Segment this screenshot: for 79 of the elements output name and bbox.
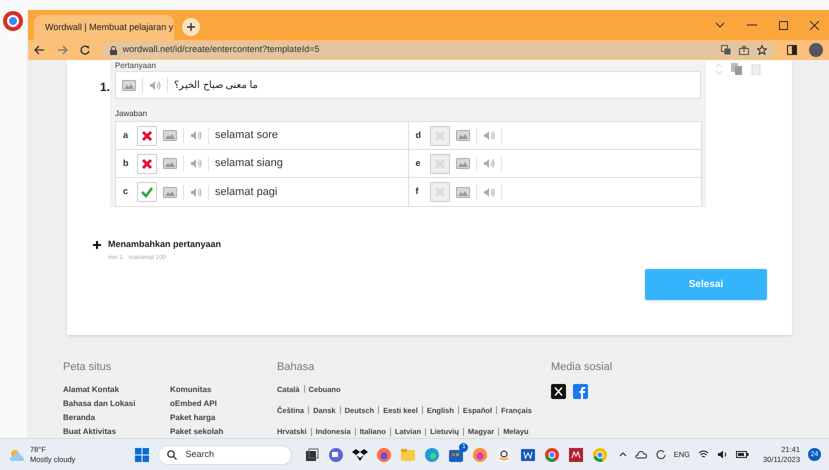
plus-icon [93, 240, 101, 249]
back-arrow-icon[interactable] [34, 45, 45, 55]
copy-icon[interactable] [731, 63, 743, 75]
search-placeholder: Search [185, 448, 214, 461]
url-text: wordwall.net/id/create/entercontent?templateId=5 [122, 43, 320, 56]
footer-link[interactable]: Buat Aktivitas [63, 426, 170, 436]
tab-title: Wordwall | Membuat pelajaran y [45, 20, 174, 34]
share-icon[interactable] [739, 45, 750, 55]
chrome-icon[interactable] [544, 446, 560, 462]
image-icon[interactable] [456, 130, 470, 141]
answer-text[interactable]: selamat sore [215, 127, 278, 144]
question-field[interactable]: ما معنى صباح الخير؟ [115, 71, 701, 99]
field-label: Pertanyaan [115, 61, 156, 71]
task-view-icon[interactable] [304, 446, 320, 462]
close-icon[interactable] [810, 20, 819, 30]
footer-link[interactable]: Alamat Kontak [63, 384, 170, 394]
wrong-mark-toggle[interactable] [137, 154, 157, 174]
question-number: 1. [100, 79, 110, 96]
minimize-icon[interactable] [747, 24, 757, 26]
wifi-icon[interactable] [698, 450, 710, 459]
answer-letter: b [123, 156, 130, 170]
profile-avatar[interactable] [809, 43, 823, 57]
chrome-icon[interactable] [592, 446, 608, 462]
answer-text[interactable]: selamat pagi [215, 184, 278, 200]
empty-mark-toggle[interactable] [430, 154, 450, 174]
lock-icon [110, 46, 117, 54]
taskbar-search-field[interactable]: Search [158, 444, 292, 464]
maximize-icon[interactable] [779, 20, 788, 30]
chevron-down-icon[interactable] [715, 22, 725, 28]
wrong-mark-toggle[interactable] [137, 126, 157, 146]
forward-arrow-icon[interactable] [56, 45, 68, 55]
answer-letter: c [123, 185, 130, 198]
question-text: ما معنى صباح الخير؟ [174, 78, 258, 92]
empty-mark-toggle[interactable] [430, 126, 450, 146]
search-icon [167, 450, 178, 460]
sync-icon[interactable] [654, 449, 666, 460]
field-label: Jawaban [115, 108, 148, 120]
firefox-icon[interactable] [376, 446, 392, 462]
windows-start-icon[interactable] [135, 448, 150, 462]
footer-link[interactable]: oEmbed API [170, 398, 277, 408]
reload-icon[interactable] [80, 45, 90, 55]
footer-link[interactable]: Paket sekolah [170, 426, 277, 436]
footer-heading: Media sosial [551, 360, 612, 375]
footer-link[interactable]: Bahasa dan Lokasi [63, 398, 170, 408]
answer-text[interactable]: selamat siang [215, 155, 283, 172]
edge-icon[interactable] [424, 446, 440, 462]
battery-icon[interactable] [736, 451, 750, 458]
cloud-icon[interactable] [634, 450, 647, 459]
footer-heading: Bahasa [277, 360, 316, 375]
answer-letter: f [416, 185, 420, 198]
browser-tab[interactable]: Wordwall | Membuat pelajaran y [34, 15, 174, 40]
chevron-up-icon[interactable] [618, 452, 627, 457]
answer-letter: e [416, 156, 422, 170]
image-icon[interactable] [456, 186, 470, 198]
translate-icon[interactable] [721, 45, 732, 55]
answer-letter: d [416, 128, 422, 142]
footer-link[interactable]: Komunitas [170, 384, 277, 394]
image-icon[interactable] [163, 186, 177, 198]
image-icon[interactable] [456, 158, 470, 169]
x-logo-icon[interactable] [551, 384, 566, 398]
image-icon[interactable] [122, 80, 136, 90]
footer-link[interactable]: Beranda [63, 412, 170, 422]
amazon-icon[interactable] [496, 446, 512, 462]
empty-mark-toggle[interactable] [430, 182, 450, 202]
word-icon[interactable] [520, 446, 536, 462]
chat-bubble-icon[interactable] [328, 446, 344, 462]
star-icon[interactable] [757, 45, 768, 55]
correct-mark-toggle[interactable] [137, 182, 157, 202]
speaker-icon[interactable] [717, 450, 728, 459]
footer-link[interactable]: Paket harga [170, 412, 277, 422]
footer-heading: Peta situs [63, 360, 112, 375]
new-tab-icon[interactable] [182, 18, 200, 36]
facebook-logo-icon[interactable] [573, 384, 588, 398]
dropbox-icon[interactable] [352, 446, 368, 462]
address-bar[interactable]: wordwall.net/id/create/entercontent?templateId=5 [102, 42, 776, 58]
answer-letter: a [123, 128, 130, 142]
side-panel-icon[interactable] [787, 45, 798, 55]
firefox-icon[interactable] [472, 446, 488, 462]
add-question-button[interactable]: Menambahkan pertanyaan [93, 238, 222, 252]
